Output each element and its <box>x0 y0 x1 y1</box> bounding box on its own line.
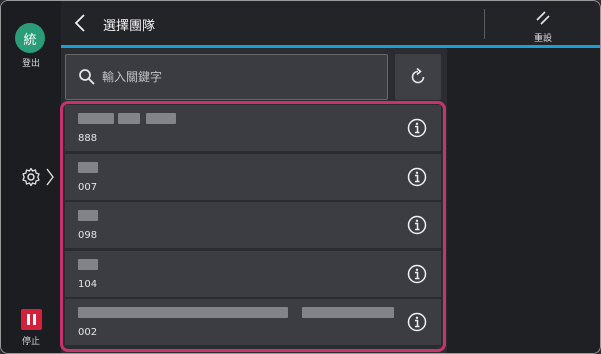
refresh-button[interactable] <box>395 54 441 100</box>
team-code: 098 <box>78 230 98 241</box>
team-row[interactable]: 888 <box>65 105 441 151</box>
info-icon[interactable] <box>407 118 427 138</box>
info-icon[interactable] <box>407 167 427 187</box>
team-row[interactable]: 002 <box>65 299 441 345</box>
team-row[interactable]: 007 <box>65 154 441 200</box>
info-icon[interactable] <box>407 312 427 332</box>
logout-label[interactable]: 登出 <box>1 56 61 69</box>
team-row[interactable]: 098 <box>65 202 441 248</box>
right-panel <box>447 48 600 353</box>
team-code: 007 <box>78 182 98 193</box>
reset-button[interactable]: 重設 <box>516 7 570 44</box>
search-box[interactable] <box>65 54 388 100</box>
back-chevron-icon[interactable] <box>73 13 87 33</box>
team-row[interactable]: 104 <box>65 251 441 297</box>
search-icon <box>79 69 95 85</box>
left-rail: 統 登出 停止 <box>1 1 61 353</box>
chevron-right-icon[interactable] <box>45 167 55 187</box>
stop-button[interactable] <box>21 309 42 330</box>
header-divider <box>484 9 485 39</box>
page-title: 選擇團隊 <box>103 19 156 34</box>
refresh-icon <box>411 67 425 84</box>
reset-slash-icon <box>536 11 550 25</box>
gear-icon[interactable] <box>21 167 41 187</box>
team-code: 002 <box>78 327 98 338</box>
info-icon[interactable] <box>407 215 427 235</box>
user-avatar[interactable]: 統 <box>15 23 45 53</box>
reset-label: 重設 <box>533 34 552 44</box>
team-code: 888 <box>78 133 98 144</box>
stop-label: 停止 <box>21 337 40 347</box>
info-icon[interactable] <box>407 264 427 284</box>
team-code: 104 <box>78 279 98 290</box>
app-frame: 統 登出 停止 選擇團隊 重設 輸入關鍵字 888 007 098 104 00… <box>0 0 601 354</box>
search-input[interactable] <box>102 67 372 87</box>
